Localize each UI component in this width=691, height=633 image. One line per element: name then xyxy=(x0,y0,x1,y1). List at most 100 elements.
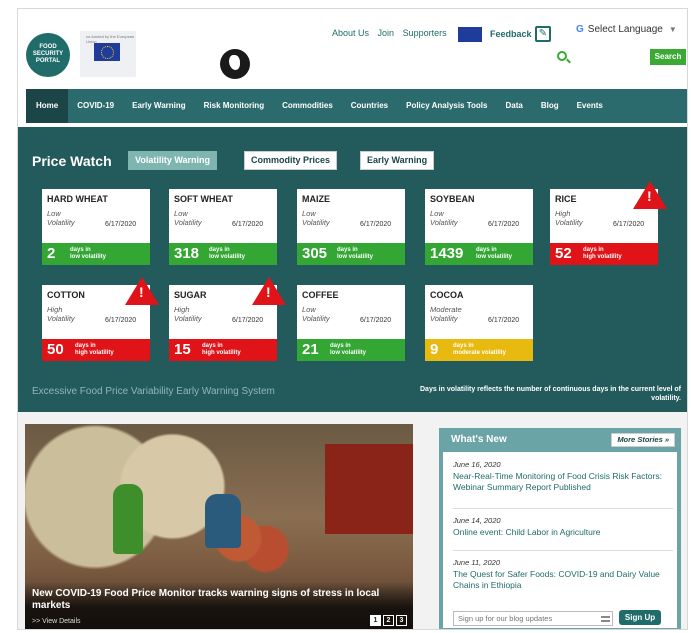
feedback-edit-icon[interactable]: ✎ xyxy=(535,26,551,42)
hero-photo-truck xyxy=(325,444,413,534)
nav-events[interactable]: Events xyxy=(568,89,612,123)
price-card-soft-wheat[interactable]: SOFT WHEAT Low Volatility 6/17/2020 318 days … xyxy=(169,189,277,265)
price-card-cocoa[interactable]: COCOA Moderate Volatility 6/17/2020 9 days in… xyxy=(425,285,533,361)
search-input[interactable] xyxy=(573,49,648,65)
feedback-link[interactable]: Feedback xyxy=(490,29,532,39)
days-label: days in high volatility xyxy=(75,343,114,356)
search-button[interactable]: Search xyxy=(650,49,686,65)
search-icon xyxy=(557,51,567,61)
commodity-name: COFFEE xyxy=(302,290,339,300)
days-count: 2 xyxy=(47,245,56,262)
blog-signup-input[interactable]: Sign up for our blog updates xyxy=(453,611,613,626)
volatility-date: 6/17/2020 xyxy=(232,317,264,324)
volatility-date: 6/17/2020 xyxy=(105,317,137,324)
volatility-status-bar: 2 days in low volatility xyxy=(42,243,150,265)
price-watch-title: Price Watch xyxy=(32,153,112,169)
page-frame: FOOD SECURITY PORTAL co-funded by the Eu… xyxy=(17,8,688,630)
join-link[interactable]: Join xyxy=(378,28,395,38)
nav-policy-analysis-tools[interactable]: Policy Analysis Tools xyxy=(397,89,496,123)
sign-up-button[interactable]: Sign Up xyxy=(619,610,661,625)
volatility-date: 6/17/2020 xyxy=(105,221,137,228)
nav-data[interactable]: Data xyxy=(496,89,531,123)
commodity-name: COTTON xyxy=(47,290,85,300)
volatility-date: 6/17/2020 xyxy=(360,317,392,324)
price-card-hard-wheat[interactable]: HARD WHEAT Low Volatility 6/17/2020 2 days in… xyxy=(42,189,150,265)
price-card-soybean[interactable]: SOYBEAN Low Volatility 6/17/2020 1439 days in… xyxy=(425,189,533,265)
main-nav: Home COVID-19 Early Warning Risk Monitor… xyxy=(26,89,687,123)
nav-blog[interactable]: Blog xyxy=(532,89,568,123)
volatility-status-bar: 15 days in high volatility xyxy=(169,339,277,361)
africa-icon xyxy=(220,49,250,79)
nav-home[interactable]: Home xyxy=(26,89,69,123)
supporters-link[interactable]: Supporters xyxy=(403,28,447,38)
food-security-portal-logo[interactable]: FOOD SECURITY PORTAL xyxy=(26,33,70,77)
volatility-date: 6/17/2020 xyxy=(488,221,520,228)
volatility-date: 6/17/2020 xyxy=(360,221,392,228)
nav-countries[interactable]: Countries xyxy=(342,89,397,123)
volatility-status-bar: 1439 days in low volatility xyxy=(425,243,533,265)
commodity-name: SOFT WHEAT xyxy=(174,194,233,204)
news-date: June 11, 2020 xyxy=(453,558,500,567)
early-warning-system-label: Excessive Food Price Variability Early W… xyxy=(32,386,275,397)
lower-section: New COVID-19 Food Price Monitor tracks w… xyxy=(18,412,687,629)
days-count: 9 xyxy=(430,341,439,358)
days-label: days in low volatility xyxy=(476,247,513,260)
volatility-status-bar: 21 days in low volatility xyxy=(297,339,405,361)
hero-page-3[interactable]: 3 xyxy=(396,615,407,626)
volatility-level: Moderate Volatility xyxy=(430,305,462,323)
hero-slider[interactable]: New COVID-19 Food Price Monitor tracks w… xyxy=(25,424,413,629)
hero-title[interactable]: New COVID-19 Food Price Monitor tracks w… xyxy=(32,588,412,612)
volatility-level: Low Volatility xyxy=(302,209,330,227)
volatility-level: High Volatility xyxy=(555,209,583,227)
tab-early-warning[interactable]: Early Warning xyxy=(360,151,435,170)
tab-volatility-warning[interactable]: Volatility Warning xyxy=(128,151,218,170)
about-us-link[interactable]: About Us xyxy=(332,28,369,38)
nav-risk-monitoring[interactable]: Risk Monitoring xyxy=(195,89,273,123)
nav-covid-19[interactable]: COVID-19 xyxy=(68,89,123,123)
days-count: 50 xyxy=(47,341,64,358)
days-label: days in high volatility xyxy=(202,343,241,356)
volatility-note: Days in volatility reflects the number o… xyxy=(420,386,681,402)
days-count: 318 xyxy=(174,245,200,262)
hero-page-2[interactable]: 2 xyxy=(383,615,394,626)
eu-flag-icon xyxy=(94,43,120,61)
volatility-status-bar: 50 days in high volatility xyxy=(42,339,150,361)
volatility-status-bar: 305 days in low volatility xyxy=(297,243,405,265)
news-item: June 16, 2020 Near-Real-Time Monitoring … xyxy=(453,460,675,493)
more-stories-button[interactable]: More Stories » xyxy=(611,433,675,447)
commodity-name: HARD WHEAT xyxy=(47,194,108,204)
volatility-status-bar: 52 days in high volatility xyxy=(550,243,658,265)
warning-icon: ! xyxy=(252,277,286,305)
days-label: days in moderate volatility xyxy=(453,343,507,356)
commodity-name: SOYBEAN xyxy=(430,194,475,204)
days-label: days in low volatility xyxy=(209,247,246,260)
volatility-status-bar: 318 days in low volatility xyxy=(169,243,277,265)
days-count: 305 xyxy=(302,245,328,262)
news-date: June 16, 2020 xyxy=(453,460,501,469)
hero-page-1[interactable]: 1 xyxy=(370,615,381,626)
price-card-coffee[interactable]: COFFEE Low Volatility 6/17/2020 21 days in low… xyxy=(297,285,405,361)
view-details-link[interactable]: >> View Details xyxy=(32,618,81,625)
days-label: days in low volatility xyxy=(70,247,107,260)
volatility-level: Low Volatility xyxy=(174,209,202,227)
volatility-date: 6/17/2020 xyxy=(613,221,645,228)
volatility-level: Low Volatility xyxy=(47,209,75,227)
eu-cofunded-logo: co-funded by the European Union xyxy=(80,31,136,77)
volatility-status-bar: 9 days in moderate volatility xyxy=(425,339,533,361)
tab-commodity-prices[interactable]: Commodity Prices xyxy=(244,151,338,170)
nav-commodities[interactable]: Commodities xyxy=(273,89,342,123)
commodity-name: MAIZE xyxy=(302,194,330,204)
news-link[interactable]: Online event: Child Labor in Agriculture xyxy=(453,527,675,538)
news-link[interactable]: The Quest for Safer Foods: COVID-19 and … xyxy=(453,569,675,591)
nav-early-warning[interactable]: Early Warning xyxy=(123,89,195,123)
volatility-level: High Volatility xyxy=(47,305,75,323)
volatility-level: Low Volatility xyxy=(430,209,458,227)
google-g-icon: G xyxy=(576,24,584,35)
language-selector[interactable]: G Select Language ▼ xyxy=(576,24,677,35)
divider xyxy=(453,508,673,509)
price-card-maize[interactable]: MAIZE Low Volatility 6/17/2020 305 days in low… xyxy=(297,189,405,265)
volatility-date: 6/17/2020 xyxy=(232,221,264,228)
hero-pager: 1 2 3 xyxy=(370,615,407,626)
news-link[interactable]: Near-Real-Time Monitoring of Food Crisis… xyxy=(453,471,675,493)
days-count: 52 xyxy=(555,245,572,262)
